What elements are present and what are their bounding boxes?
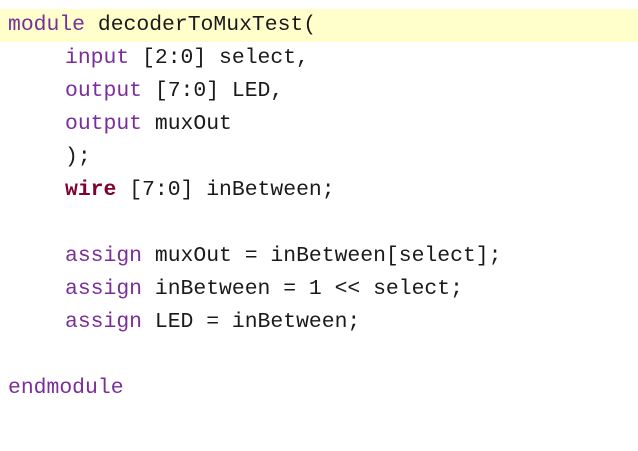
keyword-assign: assign xyxy=(65,244,143,268)
keyword-assign: assign xyxy=(65,310,143,334)
code-line-output-muxout[interactable]: output muxOut xyxy=(0,108,638,141)
code-line-endmodule[interactable]: endmodule xyxy=(0,372,638,405)
code-line-port-close[interactable]: ); xyxy=(0,141,638,174)
keyword-endmodule: endmodule xyxy=(8,376,124,400)
code-text: [7:0] inBetween; xyxy=(116,178,335,202)
keyword-assign: assign xyxy=(65,277,143,301)
code-editor[interactable]: module decoderToMuxTest( input [2:0] sel… xyxy=(0,9,638,405)
keyword-module: module xyxy=(8,13,86,37)
code-text: inBetween = 1 << select; xyxy=(142,277,463,301)
code-line-blank[interactable] xyxy=(0,207,638,240)
keyword-wire: wire xyxy=(65,178,117,202)
keyword-output: output xyxy=(65,79,143,103)
code-text: LED = inBetween; xyxy=(142,310,361,334)
code-line-assign-inbetween[interactable]: assign inBetween = 1 << select; xyxy=(0,273,638,306)
code-text: muxOut xyxy=(142,112,232,136)
keyword-input: input xyxy=(65,46,130,70)
code-line-wire-decl[interactable]: wire [7:0] inBetween; xyxy=(0,174,638,207)
keyword-output: output xyxy=(65,112,143,136)
code-line-assign-led[interactable]: assign LED = inBetween; xyxy=(0,306,638,339)
code-line-blank[interactable] xyxy=(0,339,638,372)
code-text: ); xyxy=(65,145,91,169)
code-text: [2:0] select, xyxy=(129,46,309,70)
code-text: [7:0] LED, xyxy=(142,79,284,103)
code-line-output-led[interactable]: output [7:0] LED, xyxy=(0,75,638,108)
code-text: decoderToMuxTest( xyxy=(85,13,317,37)
code-text: muxOut = inBetween[select]; xyxy=(142,244,502,268)
code-line-input-select[interactable]: input [2:0] select, xyxy=(0,42,638,75)
code-line-assign-muxout[interactable]: assign muxOut = inBetween[select]; xyxy=(0,240,638,273)
code-line-module-header[interactable]: module decoderToMuxTest( xyxy=(0,9,638,42)
